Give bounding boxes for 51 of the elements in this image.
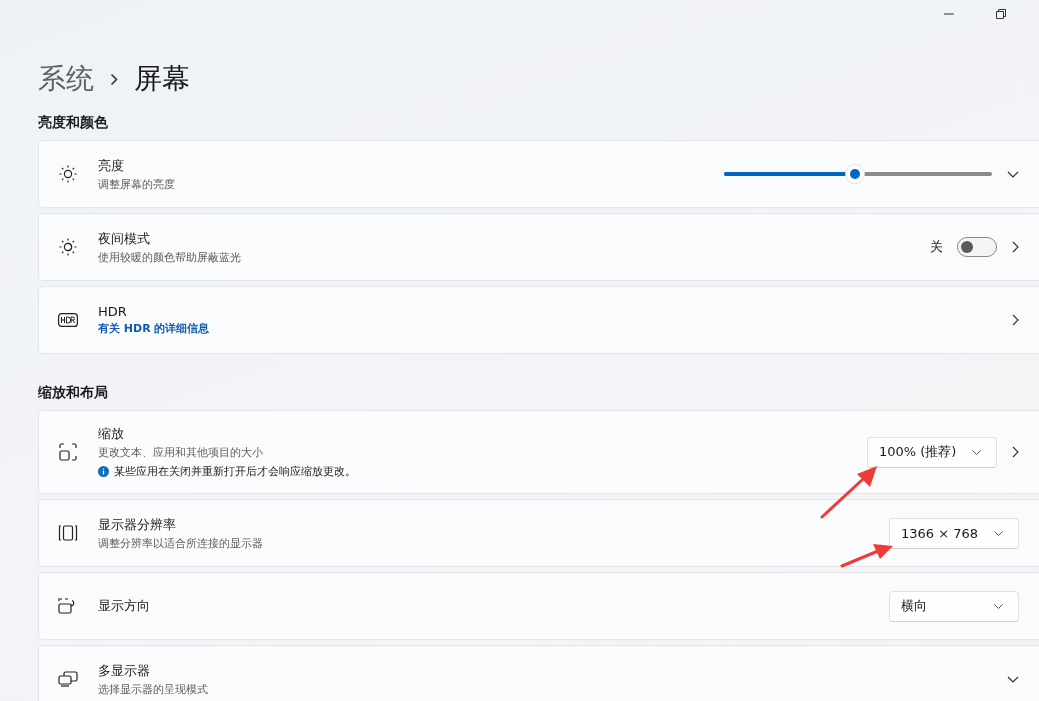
setting-card[interactable]: HDR 有关 HDR 的详细信息: [38, 286, 1039, 354]
setting-title: 亮度: [98, 156, 125, 175]
night-light-icon: [59, 238, 77, 256]
page-title: 屏幕: [134, 61, 190, 97]
section-heading: 缩放和布局: [37, 383, 109, 402]
setting-title: 显示器分辨率: [98, 515, 177, 534]
info-icon: [98, 466, 109, 477]
setting-title: 夜间模式: [98, 229, 151, 248]
chevron-down-icon: [994, 603, 1003, 609]
restore-icon[interactable]: [996, 9, 1006, 19]
setting-description: 使用较暖的颜色帮助屏蔽蓝光: [98, 249, 242, 265]
setting-card[interactable]: 显示器分辨率 调整分辨率以适合所连接的显示器 1366 × 768: [38, 499, 1039, 567]
chevron-right-icon: [1012, 241, 1019, 253]
setting-card[interactable]: 亮度 调整屏幕的亮度: [38, 140, 1039, 208]
setting-title: 显示方向: [98, 597, 151, 615]
toggle-state-label: 关: [930, 238, 943, 256]
setting-card[interactable]: 显示方向 横向: [38, 572, 1039, 640]
slider-thumb[interactable]: [845, 164, 866, 184]
setting-description: 更改文本、应用和其他项目的大小: [98, 445, 264, 460]
setting-description: 调整屏幕的亮度: [98, 176, 176, 192]
chevron-right-icon: [1012, 446, 1019, 458]
toggle-switch[interactable]: [957, 237, 997, 257]
dropdown[interactable]: 横向: [889, 590, 1019, 622]
section-heading: 亮度和颜色: [37, 113, 109, 132]
setting-title: 缩放: [98, 425, 125, 443]
brightness-slider[interactable]: [724, 164, 992, 184]
chevron-down-icon: [994, 530, 1003, 536]
setting-card[interactable]: 多显示器 选择显示器的呈现模式: [38, 645, 1039, 701]
resolution-icon: [58, 525, 78, 541]
multiple-monitors-icon: [58, 671, 78, 687]
chevron-down-icon: [1007, 675, 1019, 683]
setting-title: 多显示器: [98, 661, 151, 680]
sun-icon: [59, 165, 77, 183]
details-link[interactable]: 有关 HDR 的详细信息: [98, 321, 210, 336]
chevron-right-icon: [1012, 314, 1019, 326]
chevron-down-icon: [972, 449, 981, 455]
scale-icon: [59, 443, 77, 461]
setting-description: 选择显示器的呈现模式: [98, 681, 209, 697]
setting-description: 调整分辨率以适合所连接的显示器: [98, 535, 264, 551]
dropdown[interactable]: 1366 × 768: [889, 517, 1019, 549]
annotation-arrow: [820, 466, 877, 519]
chevron-down-icon: [1007, 170, 1019, 178]
breadcrumb-parent[interactable]: 系统: [38, 60, 94, 98]
setting-card[interactable]: 夜间模式 使用较暖的颜色帮助屏蔽蓝光 关: [38, 213, 1039, 281]
setting-card[interactable]: 缩放 更改文本、应用和其他项目的大小 某些应用在关闭并重新打开后才会响应缩放更改。 100% (推荐): [38, 410, 1039, 494]
info-note: 某些应用在关闭并重新打开后才会响应缩放更改。: [114, 464, 356, 479]
annotation-arrow: [840, 544, 893, 568]
dropdown[interactable]: 100% (推荐): [867, 436, 997, 468]
setting-title: HDR: [98, 304, 128, 319]
hdr-icon: [58, 313, 78, 327]
chevron-right-icon: [110, 72, 118, 86]
